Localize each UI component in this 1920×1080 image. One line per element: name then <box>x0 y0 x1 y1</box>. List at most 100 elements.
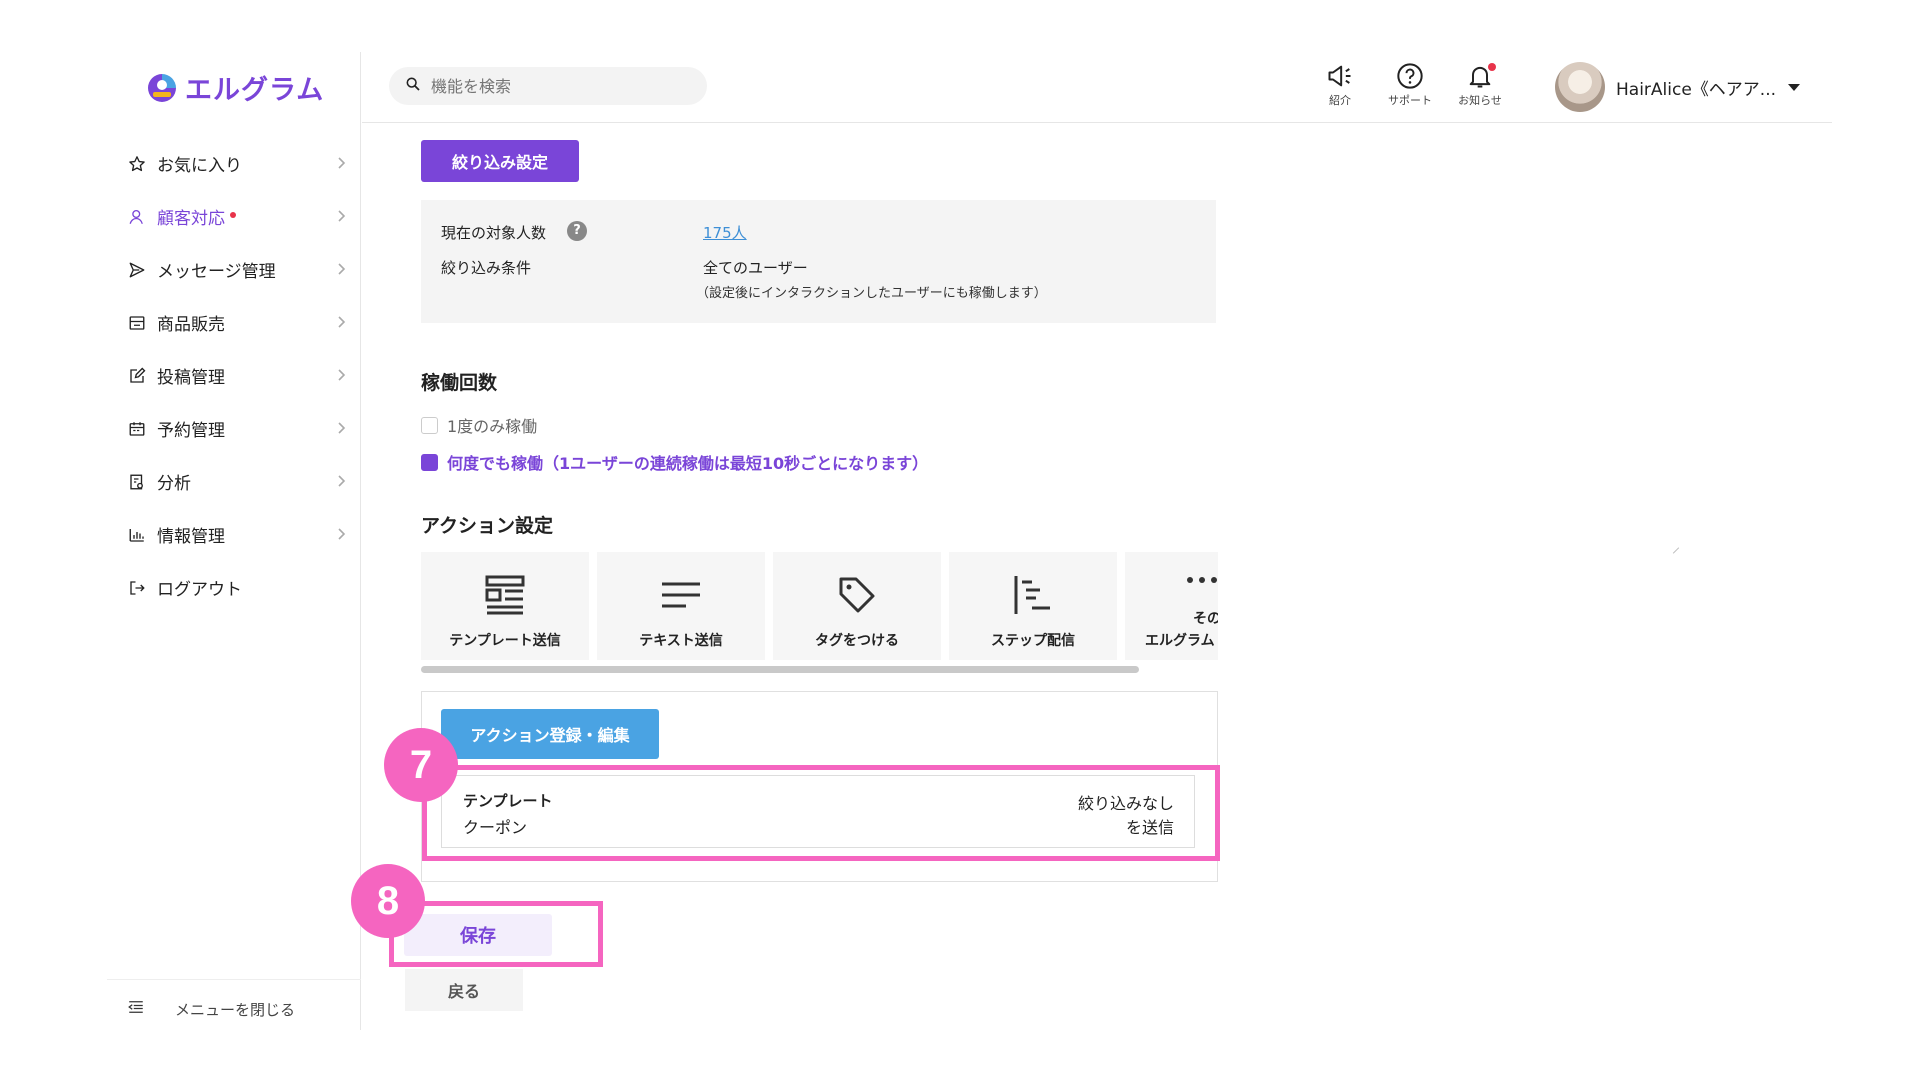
filter-summary: 現在の対象人数 ? 175人 絞り込み条件 全てのユーザー （設定後にインタラク… <box>421 200 1216 323</box>
sidebar-nav: お気に入り 顧客対応 メッセージ管理 商品販売 投稿管理 予約管理 分析 情報管… <box>107 137 361 614</box>
user-menu[interactable]: HairAlice《ヘアア... <box>1555 62 1801 112</box>
avatar <box>1555 62 1605 112</box>
action-card-label: エルグラム <box>1145 633 1215 649</box>
step-badge-7: 7 <box>384 728 458 802</box>
action-card-label: その <box>1193 611 1218 627</box>
highlight-box-7 <box>422 765 1220 861</box>
sidebar-item-analysis[interactable]: 分析 <box>107 455 361 508</box>
sidebar-item-label: 分析 <box>157 474 191 494</box>
sidebar-item-label: 顧客対応 <box>157 209 225 229</box>
sidebar-item-label: お気に入り <box>157 156 242 176</box>
sidebar-item-label: メッセージ管理 <box>157 262 276 282</box>
chevron-right-icon <box>338 422 346 434</box>
action-card-label: テンプレート送信 <box>449 633 561 649</box>
report-icon <box>127 472 147 492</box>
search-icon <box>405 76 421 96</box>
logout-icon <box>127 578 147 598</box>
search-box[interactable] <box>389 67 707 105</box>
referral-button[interactable]: 紹介 <box>1310 62 1370 108</box>
frequency-title: 稼働回数 <box>421 372 498 394</box>
sidebar-item-label: 情報管理 <box>157 527 225 547</box>
sidebar-item-label: ログアウト <box>157 580 242 600</box>
sidebar-item-label: 商品販売 <box>157 315 225 335</box>
target-count-label: 現在の対象人数 <box>441 224 547 242</box>
checkbox-label: 1度のみ稼働 <box>447 417 538 436</box>
search-input[interactable] <box>431 76 691 96</box>
chevron-right-icon <box>338 369 346 381</box>
top-bar: 紹介 サポート お知らせ HairAlice《ヘアア... <box>362 52 1832 123</box>
user-name: HairAlice《ヘアア... <box>1616 79 1777 100</box>
support-button[interactable]: サポート <box>1380 62 1440 108</box>
horizontal-scrollbar[interactable] <box>421 666 1139 673</box>
megaphone-icon <box>1328 65 1351 87</box>
close-menu-label: メニューを閉じる <box>175 1000 296 1019</box>
action-edit-button[interactable]: アクション登録・編集 <box>441 709 659 759</box>
checkbox-once[interactable]: 1度のみ稼働 <box>421 413 537 437</box>
notifications-label: お知らせ <box>1458 94 1502 107</box>
caret-down-icon <box>1788 83 1801 91</box>
logo-text: エルグラム <box>185 75 325 106</box>
chevron-right-icon <box>338 475 346 487</box>
notifications-button[interactable]: お知らせ <box>1450 62 1510 108</box>
sidebar-item-customer[interactable]: 顧客対応 <box>107 190 361 243</box>
actions-title: アクション設定 <box>421 515 554 537</box>
text-lines-icon <box>662 582 700 608</box>
send-icon <box>127 260 147 280</box>
help-icon[interactable]: ? <box>567 221 587 241</box>
main-content: 絞り込み設定 現在の対象人数 ? 175人 絞り込み条件 全てのユーザー （設定… <box>362 124 1832 1024</box>
tag-icon <box>839 577 875 613</box>
step-icon <box>1014 576 1050 614</box>
close-menu-button[interactable]: メニューを閉じる <box>127 998 295 1020</box>
divider <box>107 979 361 980</box>
chevron-right-icon <box>338 263 346 275</box>
action-card-tag[interactable]: タグをつける <box>773 552 941 660</box>
condition-label: 絞り込み条件 <box>441 259 532 277</box>
user-icon <box>127 207 147 227</box>
checkbox-box[interactable] <box>421 453 438 471</box>
checkbox-repeat[interactable]: 何度でも稼働（1ユーザーの連続稼働は最短10秒ごとになります） <box>421 450 928 474</box>
star-icon <box>127 154 147 174</box>
sidebar-item-label: 投稿管理 <box>157 368 225 388</box>
target-count-link[interactable]: 175人 <box>703 222 747 243</box>
chevron-right-icon <box>338 316 346 328</box>
sidebar: エルグラム お気に入り 顧客対応 メッセージ管理 商品販売 投稿管理 予約管理 … <box>107 52 361 1030</box>
sidebar-item-sales[interactable]: 商品販売 <box>107 296 361 349</box>
support-label: サポート <box>1388 94 1432 107</box>
referral-label: 紹介 <box>1329 94 1351 107</box>
condition-note: （設定後にインタラクションしたユーザーにも稼働します） <box>696 286 1047 301</box>
action-card-label: タグをつける <box>815 633 899 649</box>
logo-mark-icon <box>145 71 179 105</box>
sidebar-item-messages[interactable]: メッセージ管理 <box>107 243 361 296</box>
edit-icon <box>127 366 147 386</box>
action-card-label: テキスト送信 <box>639 633 723 649</box>
sidebar-item-favorites[interactable]: お気に入り <box>107 137 361 190</box>
condition-value: 全てのユーザー <box>703 259 808 277</box>
filter-settings-button[interactable]: 絞り込み設定 <box>421 140 579 182</box>
action-card-more[interactable]: その エルグラム <box>1125 552 1218 660</box>
action-card-step[interactable]: ステップ配信 <box>949 552 1117 660</box>
help-circle-icon <box>1397 63 1423 89</box>
sidebar-item-posts[interactable]: 投稿管理 <box>107 349 361 402</box>
action-card-label: ステップ配信 <box>991 633 1075 649</box>
logo[interactable]: エルグラム <box>145 68 324 107</box>
sidebar-item-reservations[interactable]: 予約管理 <box>107 402 361 455</box>
bar-chart-icon <box>127 525 147 545</box>
action-card-text[interactable]: テキスト送信 <box>597 552 765 660</box>
collapse-menu-icon <box>127 998 145 1020</box>
chevron-right-icon <box>338 528 346 540</box>
sidebar-item-info[interactable]: 情報管理 <box>107 508 361 561</box>
action-card-template[interactable]: テンプレート送信 <box>421 552 589 660</box>
calendar-icon <box>127 419 147 439</box>
back-button[interactable]: 戻る <box>405 969 523 1011</box>
store-icon <box>127 313 147 333</box>
chevron-right-icon <box>338 210 346 222</box>
chevron-right-icon <box>338 157 346 169</box>
checkbox-box[interactable] <box>421 416 438 434</box>
action-cards: テンプレート送信 テキスト送信 タグをつける ステップ配信 その エルグラム <box>421 552 1218 660</box>
sidebar-item-label: 予約管理 <box>157 421 225 441</box>
notification-dot <box>230 211 236 218</box>
sidebar-item-logout[interactable]: ログアウト <box>107 561 361 614</box>
notification-dot <box>1488 63 1496 71</box>
step-badge-8: 8 <box>351 864 425 938</box>
template-icon <box>485 575 525 615</box>
